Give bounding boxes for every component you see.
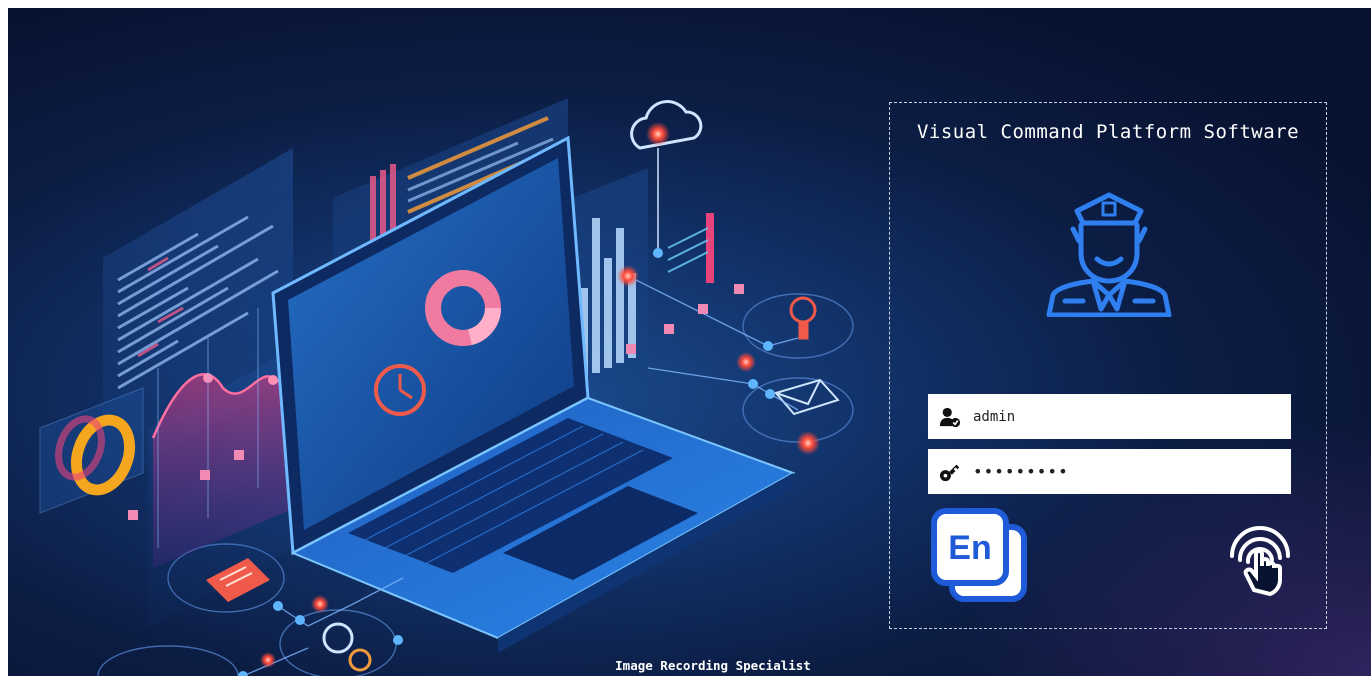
donut-card [39, 387, 144, 514]
password-field[interactable] [928, 449, 1291, 494]
username-input[interactable] [973, 394, 1291, 439]
mail-icon [774, 378, 840, 416]
laptop-illustration [39, 98, 854, 676]
search-magnifier-icon [789, 296, 817, 340]
language-button-label: En [948, 529, 991, 567]
gear-icon [322, 622, 372, 672]
username-field[interactable] [928, 394, 1291, 439]
police-officer-icon [1046, 192, 1172, 317]
login-screen: Visual Command Platform Software admin •… [8, 8, 1371, 676]
key-icon [939, 464, 960, 481]
user-check-icon [939, 407, 961, 427]
login-panel: Visual Command Platform Software admin •… [889, 102, 1327, 629]
app-title: Visual Command Platform Software [916, 121, 1300, 143]
password-input[interactable] [973, 449, 1291, 494]
fingerprint-touch-icon[interactable] [1224, 516, 1296, 596]
footer-text: Image Recording Specialist [615, 658, 811, 673]
language-en-icon[interactable]: En [930, 507, 1034, 607]
